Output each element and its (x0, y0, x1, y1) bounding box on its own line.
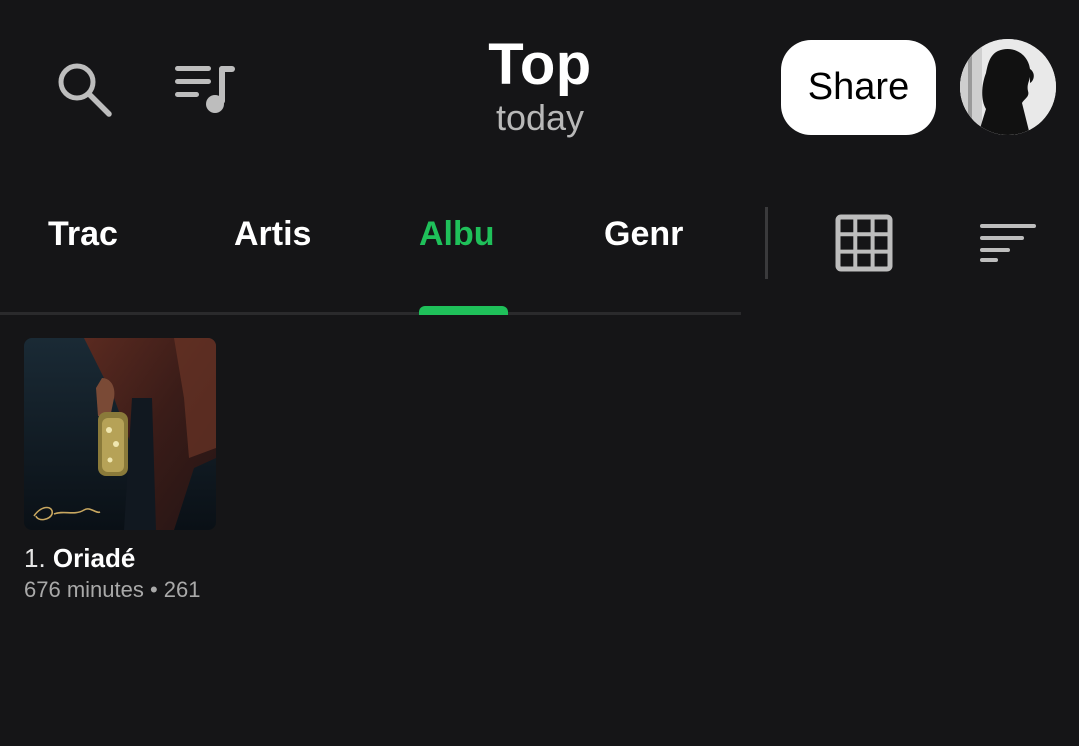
grid-view-button[interactable] (835, 214, 893, 272)
tab-bar-divider (0, 312, 741, 315)
queue-music-icon (175, 66, 235, 113)
album-cover-image (24, 338, 216, 530)
tab-artists[interactable]: Artis (234, 215, 311, 267)
share-button[interactable]: Share (781, 40, 936, 135)
page-subtitle: today (495, 97, 585, 138)
tab-genres[interactable]: Genr (604, 215, 683, 267)
page-header: Top today (440, 30, 640, 138)
search-button[interactable] (50, 55, 116, 121)
album-title[interactable]: 1. Oriadé (24, 543, 135, 574)
tab-tracks[interactable]: Trac (48, 215, 118, 267)
avatar-image (960, 39, 1056, 135)
grid-view-icon (835, 214, 893, 272)
album-name: Oriadé (52, 543, 136, 573)
album-stats: 676 minutes • 261 (24, 577, 201, 602)
album-cover[interactable] (24, 338, 216, 530)
vertical-divider (765, 207, 768, 279)
sort-icon (980, 224, 1036, 262)
tab-albums[interactable]: Albu (419, 215, 495, 267)
album-rank: 1. (24, 543, 46, 573)
sort-button[interactable] (978, 220, 1038, 266)
queue-button[interactable] (170, 55, 240, 121)
page-title: Top (488, 32, 592, 97)
search-icon (58, 63, 112, 117)
avatar[interactable] (960, 39, 1056, 135)
active-tab-indicator (419, 306, 508, 315)
